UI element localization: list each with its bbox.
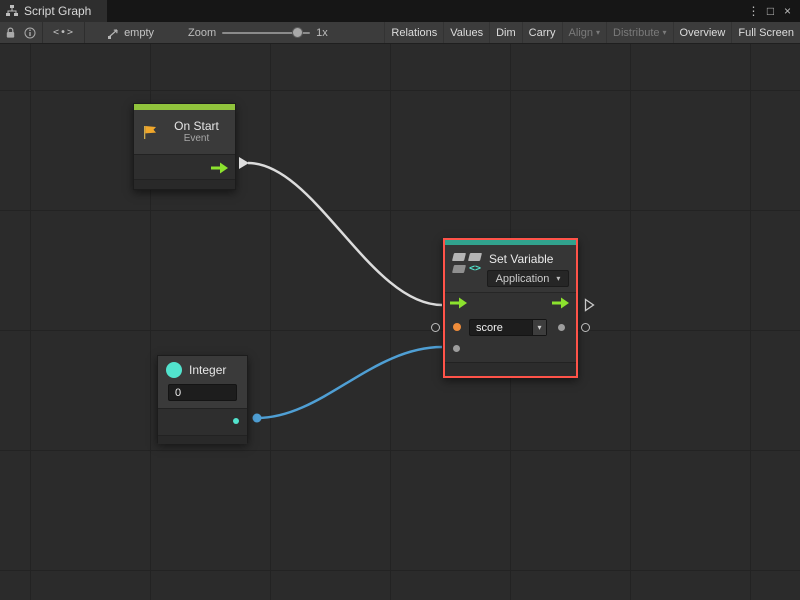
variable-name-dropdown[interactable]: score ▾ bbox=[469, 319, 547, 336]
zoom-value: 1x bbox=[316, 27, 328, 39]
variable-color-strip bbox=[445, 240, 576, 245]
variable-name: score bbox=[470, 322, 532, 334]
menu-icon[interactable]: ⋮ bbox=[745, 4, 762, 18]
carry-button[interactable]: Carry bbox=[522, 22, 562, 43]
exec-output-port[interactable] bbox=[211, 162, 228, 174]
tab-title: Script Graph bbox=[24, 4, 91, 18]
align-button[interactable]: Align ▾ bbox=[562, 22, 606, 43]
distribute-label: Distribute bbox=[613, 27, 659, 39]
wires-layer bbox=[0, 44, 800, 600]
fullscreen-label: Full Screen bbox=[738, 27, 794, 39]
code-preview-icon[interactable]: <∙> bbox=[45, 27, 82, 38]
zoom-slider[interactable] bbox=[222, 22, 310, 44]
integer-header: Integer bbox=[158, 356, 247, 380]
values-label: Values bbox=[450, 27, 483, 39]
set-variable-footer bbox=[445, 362, 576, 376]
node-title: Integer bbox=[189, 363, 226, 377]
relations-button[interactable]: Relations bbox=[384, 22, 443, 43]
wire-integer-to-setvariable bbox=[257, 347, 442, 418]
graph-canvas[interactable]: On Start Event <> Set Variable bbox=[0, 44, 800, 600]
chevron-down-icon: ▾ bbox=[663, 28, 667, 37]
window-controls: ⋮ □ × bbox=[745, 0, 800, 22]
overview-label: Overview bbox=[680, 27, 726, 39]
integer-type-icon bbox=[166, 362, 182, 378]
align-label: Align bbox=[569, 27, 593, 39]
values-button[interactable]: Values bbox=[443, 22, 489, 43]
pointer-icon bbox=[107, 27, 120, 39]
chevron-down-icon: ▾ bbox=[596, 28, 600, 37]
fullscreen-button[interactable]: Full Screen bbox=[731, 22, 800, 43]
flag-icon bbox=[141, 123, 159, 141]
zoom-slider-handle[interactable] bbox=[292, 27, 303, 38]
node-subtitle: Event bbox=[165, 133, 228, 145]
set-variable-ports: score ▾ bbox=[445, 292, 576, 362]
value-input-port[interactable] bbox=[453, 323, 461, 331]
exec-output-triangle-icon bbox=[584, 298, 595, 312]
integer-output-port[interactable] bbox=[233, 418, 239, 424]
maximize-icon[interactable]: □ bbox=[762, 4, 779, 18]
value-output-port[interactable] bbox=[558, 324, 565, 331]
code-icon: <> bbox=[469, 263, 483, 274]
exec-output-port[interactable] bbox=[552, 297, 569, 309]
info-icon[interactable] bbox=[20, 22, 40, 43]
on-start-text: On Start Event bbox=[165, 119, 228, 145]
lock-icon[interactable] bbox=[0, 22, 20, 43]
integer-body bbox=[158, 408, 247, 435]
node-on-start[interactable]: On Start Event bbox=[133, 103, 236, 190]
input-ring-icon bbox=[431, 323, 440, 332]
on-start-body bbox=[134, 154, 235, 179]
titlebar: Script Graph ⋮ □ × bbox=[0, 0, 800, 22]
chevron-down-icon: ▾ bbox=[556, 274, 560, 283]
wire-onstart-to-setvariable bbox=[248, 163, 442, 305]
on-start-header: On Start Event bbox=[134, 110, 235, 154]
zoom-label: Zoom bbox=[188, 27, 216, 39]
integer-value-input[interactable]: 0 bbox=[168, 384, 237, 401]
tab-script-graph[interactable]: Script Graph bbox=[0, 0, 107, 22]
carry-label: Carry bbox=[529, 27, 556, 39]
overview-button[interactable]: Overview bbox=[673, 22, 732, 43]
toolbar: <∙> empty Zoom 1x Relations Values Dim C… bbox=[0, 22, 800, 44]
dim-label: Dim bbox=[496, 27, 516, 39]
relations-label: Relations bbox=[391, 27, 437, 39]
close-icon[interactable]: × bbox=[779, 4, 796, 18]
node-title: On Start bbox=[165, 119, 228, 133]
toolbar-divider bbox=[42, 22, 43, 43]
exec-wire-arrow-icon bbox=[239, 157, 249, 169]
wire-blue-endpoint[interactable] bbox=[253, 414, 262, 423]
graph-pointer-status: empty bbox=[99, 27, 162, 39]
node-set-variable[interactable]: <> Set Variable Application ▾ score bbox=[443, 238, 578, 378]
script-graph-window: Script Graph ⋮ □ × <∙> bbox=[0, 0, 800, 600]
node-integer[interactable]: Integer 0 bbox=[157, 355, 248, 443]
toolbar-buttons: Relations Values Dim Carry Align ▾ Distr… bbox=[384, 22, 800, 43]
set-variable-icon: <> bbox=[453, 253, 483, 274]
variable-scope-dropdown[interactable]: Application ▾ bbox=[487, 270, 569, 287]
pointer-label: empty bbox=[124, 27, 154, 39]
output-ring-icon bbox=[581, 323, 590, 332]
chevron-down-icon: ▾ bbox=[532, 320, 546, 335]
toolbar-divider bbox=[84, 22, 85, 43]
node-title: Set Variable bbox=[489, 252, 553, 266]
dim-button[interactable]: Dim bbox=[489, 22, 522, 43]
scope-label: Application bbox=[496, 273, 550, 285]
value-input-port-2[interactable] bbox=[453, 345, 460, 352]
on-start-footer bbox=[134, 179, 235, 189]
integer-footer bbox=[158, 435, 247, 444]
distribute-button[interactable]: Distribute ▾ bbox=[606, 22, 672, 43]
graph-icon bbox=[6, 5, 18, 17]
exec-input-port[interactable] bbox=[450, 297, 467, 309]
